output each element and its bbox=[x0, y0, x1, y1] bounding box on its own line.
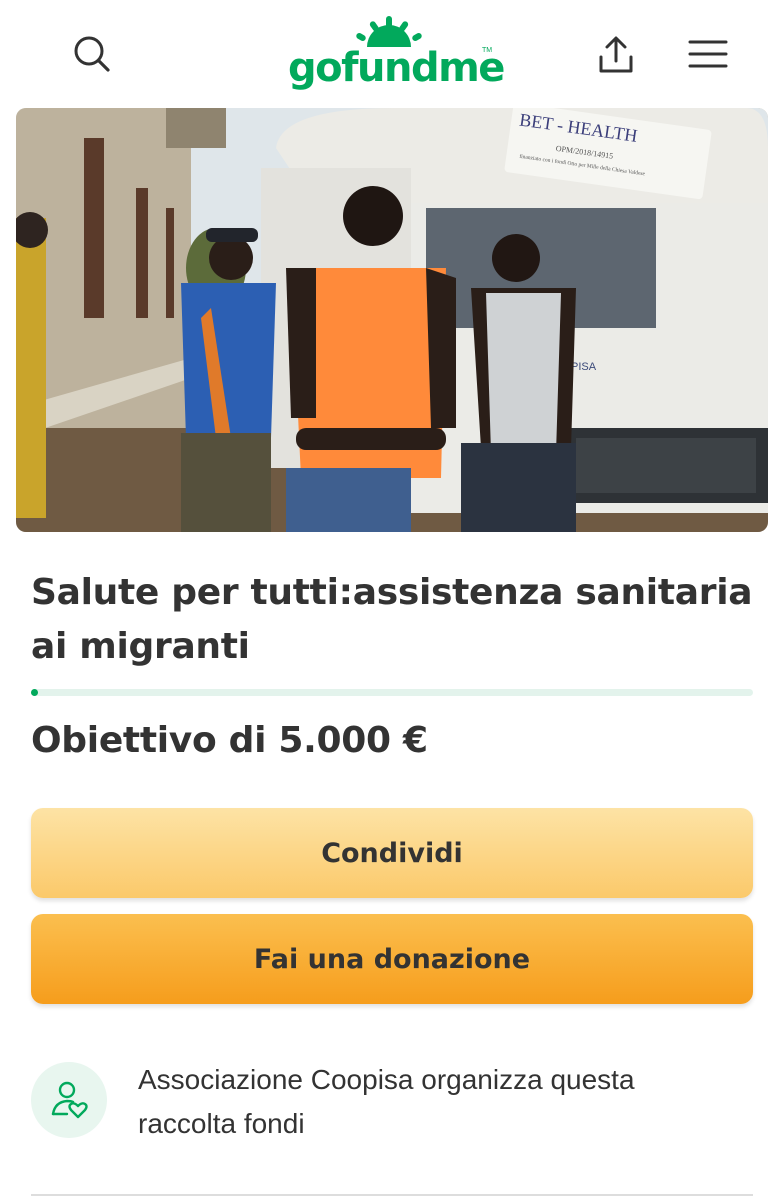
logo-trademark: TM bbox=[482, 47, 493, 54]
share-button[interactable] bbox=[590, 28, 642, 80]
campaign-hero-image: BET - HEALTH OPM/2018/14915 finanziato c… bbox=[16, 108, 768, 532]
section-divider bbox=[31, 1194, 753, 1196]
search-icon bbox=[74, 36, 110, 72]
donation-progress-fill bbox=[31, 689, 38, 696]
menu-button[interactable] bbox=[682, 28, 734, 80]
donate-button[interactable]: Fai una donazione bbox=[31, 914, 753, 1004]
logo-wordmark: gofundme bbox=[288, 45, 505, 91]
menu-icon bbox=[688, 40, 728, 68]
organizer-heart-icon bbox=[51, 1081, 88, 1119]
campaign-title: Salute per tutti:assistenza sanitaria ai… bbox=[31, 572, 753, 667]
share-icon bbox=[599, 36, 633, 73]
gofundme-logo[interactable]: gofundme TM bbox=[288, 14, 505, 94]
organizer-description: Associazione Coopisa organizza questa ra… bbox=[138, 1064, 635, 1139]
camper-decal: PISA bbox=[571, 361, 597, 373]
logo-sun-icon bbox=[356, 16, 422, 47]
organizer-avatar bbox=[31, 1062, 107, 1138]
search-button[interactable] bbox=[66, 28, 118, 80]
top-nav: gofundme TM bbox=[0, 0, 782, 104]
share-campaign-button[interactable]: Condividi bbox=[31, 808, 753, 898]
fundraising-goal: Obiettivo di 5.000 € bbox=[31, 720, 428, 761]
donation-progress-bar bbox=[31, 689, 753, 696]
